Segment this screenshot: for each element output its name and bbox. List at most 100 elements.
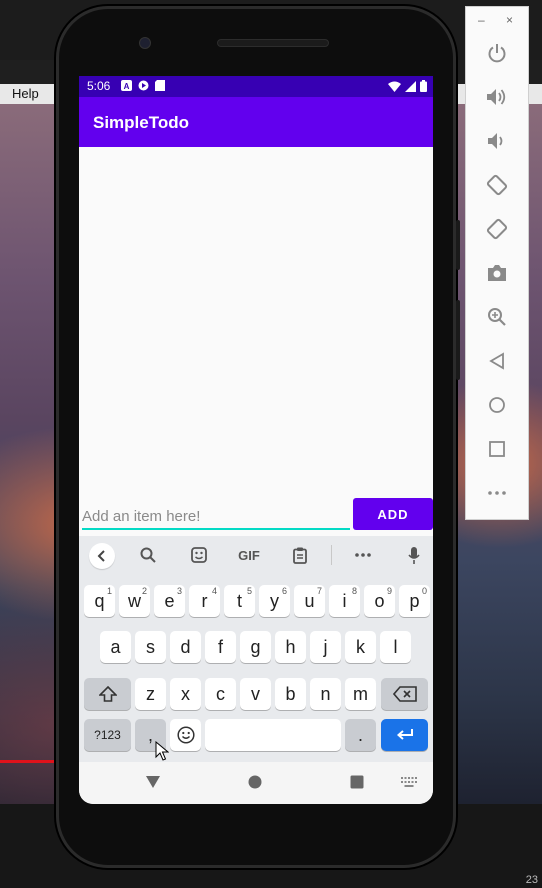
key-w[interactable]: w2 [119,585,150,617]
home-button[interactable] [482,390,512,420]
camera-icon [488,265,506,281]
symbols-key[interactable]: ?123 [84,719,131,751]
rotate-right-icon [486,218,508,240]
add-item-input[interactable] [82,504,350,530]
rotate-left-icon [486,174,508,196]
microphone-icon [408,546,420,564]
key-l[interactable]: l [380,631,411,663]
volume-up-icon [487,89,506,105]
shift-icon [98,686,117,702]
more-horizontal-icon [355,553,371,557]
key-e[interactable]: e3 [154,585,185,617]
key-hint: 3 [176,586,182,596]
key-hint: 9 [386,586,392,596]
key-a[interactable]: a [100,631,131,663]
key-label: o [374,590,385,611]
back-button[interactable] [482,346,512,376]
front-camera [139,37,151,49]
key-s[interactable]: s [135,631,166,663]
volume-up-button[interactable] [482,82,512,112]
mouse-cursor-icon [155,741,169,761]
key-z[interactable]: z [135,678,166,710]
rotate-left-button[interactable] [482,170,512,200]
search-button[interactable] [136,544,160,566]
sticker-button[interactable] [187,544,211,566]
power-icon [488,44,506,63]
backspace-icon [392,686,417,702]
gif-button[interactable]: GIF [234,544,264,566]
key-c[interactable]: c [205,678,236,710]
key-hint: 0 [421,586,427,596]
key-f[interactable]: f [205,631,236,663]
toolbar-divider [331,545,332,565]
add-item-row: ADD [79,496,433,536]
key-o[interactable]: o9 [364,585,395,617]
keyboard-switcher-icon[interactable] [401,777,417,787]
keyboard-toolbar: GIF [79,536,433,574]
home-icon [489,397,505,413]
key-p[interactable]: p0 [399,585,430,617]
sticker-icon [191,547,207,563]
period-key[interactable]: . [345,719,376,751]
chevron-left-icon [97,550,105,562]
key-r[interactable]: r4 [189,585,220,617]
nav-home-icon[interactable] [248,775,262,789]
overview-button[interactable] [482,434,512,464]
key-h[interactable]: h [275,631,306,663]
voice-input-button[interactable] [402,544,426,566]
earpiece-speaker [217,39,329,47]
rotate-right-button[interactable] [482,214,512,244]
more-options-button[interactable] [351,544,375,566]
key-label: y [270,590,279,611]
volume-side-button [456,300,460,380]
key-hint: 1 [106,586,112,596]
signal-icon [405,80,416,92]
key-y[interactable]: y6 [259,585,290,617]
a-badge-icon: A [121,80,132,91]
key-u[interactable]: u7 [294,585,325,617]
soft-keyboard: GIF q1 w2 e3 r4 t5 y6 u7 i8 o9 p0 a s d … [79,536,433,762]
more-icon [488,491,506,495]
volume-down-button[interactable] [482,126,512,156]
key-label: w [128,590,141,611]
key-hint: 4 [211,586,217,596]
key-label: p [409,590,420,611]
screenshot-button[interactable] [482,258,512,288]
key-v[interactable]: v [240,678,271,710]
nav-overview-icon[interactable] [350,775,364,789]
emoji-key[interactable] [170,719,201,751]
key-k[interactable]: k [345,631,376,663]
minimize-button[interactable]: – [478,13,485,27]
add-button[interactable]: ADD [353,498,433,530]
key-q[interactable]: q1 [84,585,115,617]
space-key[interactable] [205,719,341,751]
key-x[interactable]: x [170,678,201,710]
nav-back-icon[interactable] [145,775,161,789]
key-t[interactable]: t5 [224,585,255,617]
zoom-button[interactable] [482,302,512,332]
emoji-icon [176,726,195,744]
key-n[interactable]: n [310,678,341,710]
more-button[interactable] [482,478,512,508]
overview-icon [489,441,505,457]
key-d[interactable]: d [170,631,201,663]
power-button[interactable] [482,38,512,68]
help-menu[interactable]: Help [12,86,39,101]
svg-text:A: A [124,82,130,91]
power-side-button [456,220,460,270]
volume-down-icon [488,133,503,149]
key-j[interactable]: j [310,631,341,663]
enter-key[interactable] [381,719,428,751]
battery-icon [420,80,427,92]
key-g[interactable]: g [240,631,271,663]
close-button[interactable]: × [506,13,513,27]
toolbar-back-button[interactable] [89,543,115,569]
clipboard-button[interactable] [288,544,312,566]
shift-key[interactable] [84,678,131,710]
key-i[interactable]: i8 [329,585,360,617]
key-b[interactable]: b [275,678,306,710]
key-label: r [201,590,208,611]
status-time: 5:06 [87,79,111,93]
backspace-key[interactable] [381,678,428,710]
key-m[interactable]: m [345,678,376,710]
